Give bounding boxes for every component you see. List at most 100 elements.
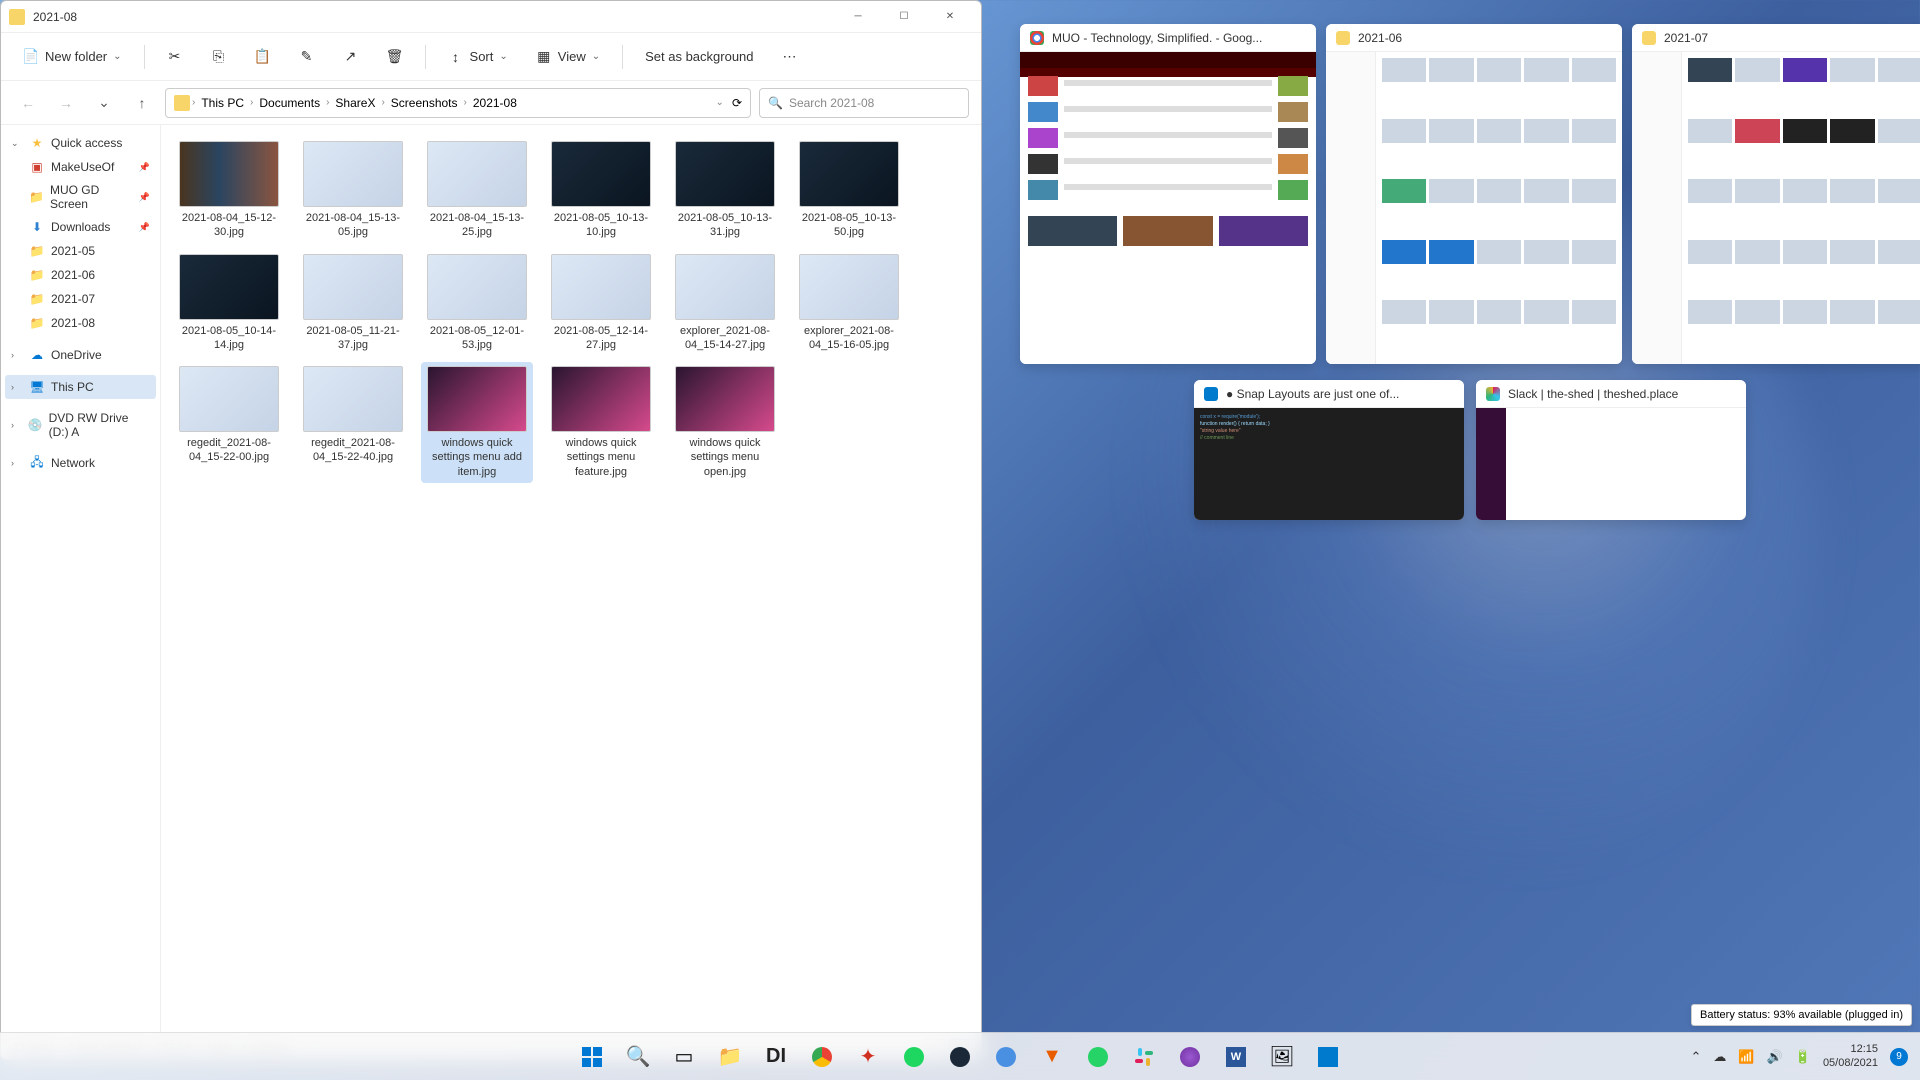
taskbar: 🔍 ▭ 📁 DI ✦ ▼ W 🖼 ⌃ ☁ 📶 🔊 🔋 12:15 05/08/2… bbox=[0, 1032, 1920, 1080]
file-grid: 2021-08-04_15-12-30.jpg2021-08-04_15-13-… bbox=[161, 125, 981, 1035]
refresh-button[interactable]: ⟳ bbox=[732, 96, 742, 110]
breadcrumb-item[interactable]: This PC bbox=[197, 96, 248, 110]
wifi-icon[interactable]: 📶 bbox=[1738, 1049, 1754, 1065]
cut-button[interactable]: ✂ bbox=[157, 43, 193, 71]
file-item[interactable]: 2021-08-05_12-01-53.jpg bbox=[421, 250, 533, 357]
steam-app[interactable] bbox=[940, 1037, 980, 1077]
file-item[interactable]: windows quick settings menu feature.jpg bbox=[545, 362, 657, 483]
sidebar-item-folder[interactable]: 📁2021-06 bbox=[5, 263, 156, 287]
file-item[interactable]: 2021-08-05_12-14-27.jpg bbox=[545, 250, 657, 357]
delete-icon: 🗑 bbox=[387, 49, 403, 65]
file-name: 2021-08-05_10-13-31.jpg bbox=[673, 211, 777, 240]
breadcrumb-item[interactable]: ShareX bbox=[331, 96, 379, 110]
app-icon[interactable]: DI bbox=[756, 1037, 796, 1077]
file-item[interactable]: 2021-08-04_15-13-05.jpg bbox=[297, 137, 409, 244]
rename-button[interactable]: ✎ bbox=[289, 43, 325, 71]
sidebar-item-makeuseof[interactable]: ▣MakeUseOf📌 bbox=[5, 155, 156, 179]
sidebar-item-downloads[interactable]: ⬇Downloads📌 bbox=[5, 215, 156, 239]
view-icon: ▦ bbox=[536, 49, 552, 65]
sidebar-dvd[interactable]: ›💿DVD RW Drive (D:) A bbox=[5, 407, 156, 443]
delete-button[interactable]: 🗑 bbox=[377, 43, 413, 71]
tray-expand-icon[interactable]: ⌃ bbox=[1690, 1049, 1701, 1065]
notification-badge[interactable]: 9 bbox=[1890, 1048, 1908, 1066]
search-input[interactable]: 🔍 Search 2021-08 bbox=[759, 88, 969, 118]
file-item[interactable]: windows quick settings menu add item.jpg bbox=[421, 362, 533, 483]
file-item[interactable]: regedit_2021-08-04_15-22-00.jpg bbox=[173, 362, 285, 483]
volume-icon[interactable]: 🔊 bbox=[1767, 1049, 1783, 1065]
sidebar-item-folder[interactable]: 📁2021-05 bbox=[5, 239, 156, 263]
share-icon: ↗ bbox=[343, 49, 359, 65]
file-item[interactable]: 2021-08-05_10-13-10.jpg bbox=[545, 137, 657, 244]
copy-icon: ⎘ bbox=[211, 49, 227, 65]
start-button[interactable] bbox=[572, 1037, 612, 1077]
back-button[interactable]: ← bbox=[13, 88, 43, 118]
onedrive-tray-icon[interactable]: ☁ bbox=[1713, 1049, 1726, 1065]
chrome-icon bbox=[1030, 31, 1044, 45]
forward-button[interactable]: → bbox=[51, 88, 81, 118]
file-item[interactable]: 2021-08-05_10-14-14.jpg bbox=[173, 250, 285, 357]
file-thumbnail bbox=[799, 254, 899, 320]
spotify-app[interactable] bbox=[894, 1037, 934, 1077]
battery-icon[interactable]: 🔋 bbox=[1795, 1049, 1811, 1065]
taskview-window-explorer[interactable]: 2021-06 bbox=[1326, 24, 1622, 364]
file-item[interactable]: regedit_2021-08-04_15-22-40.jpg bbox=[297, 362, 409, 483]
file-item[interactable]: windows quick settings menu open.jpg bbox=[669, 362, 781, 483]
word-app[interactable]: W bbox=[1216, 1037, 1256, 1077]
whatsapp-app[interactable] bbox=[1078, 1037, 1118, 1077]
slack-app[interactable] bbox=[1124, 1037, 1164, 1077]
sidebar-this-pc[interactable]: ›🖥This PC bbox=[5, 375, 156, 399]
more-button[interactable]: ⋯ bbox=[772, 43, 808, 71]
taskview-window-slack[interactable]: Slack | the-shed | theshed.place bbox=[1476, 380, 1746, 520]
sidebar-quick-access[interactable]: ⌄★Quick access bbox=[5, 131, 156, 155]
view-button[interactable]: ▦ View ⌄ bbox=[526, 43, 610, 71]
app-icon[interactable]: 🖼 bbox=[1262, 1037, 1302, 1077]
sidebar-network[interactable]: ›🖧Network bbox=[5, 451, 156, 475]
minimize-button[interactable]: ─ bbox=[835, 1, 881, 33]
breadcrumb-item[interactable]: Documents bbox=[255, 96, 324, 110]
file-item[interactable]: 2021-08-05_10-13-50.jpg bbox=[793, 137, 905, 244]
file-item[interactable]: explorer_2021-08-04_15-16-05.jpg bbox=[793, 250, 905, 357]
file-item[interactable]: 2021-08-05_10-13-31.jpg bbox=[669, 137, 781, 244]
file-item[interactable]: 2021-08-04_15-13-25.jpg bbox=[421, 137, 533, 244]
taskview-window-vscode[interactable]: ● Snap Layouts are just one of... const … bbox=[1194, 380, 1464, 520]
sidebar: ⌄★Quick access ▣MakeUseOf📌 📁MUO GD Scree… bbox=[1, 125, 161, 1035]
vlc-app[interactable]: ▼ bbox=[1032, 1037, 1072, 1077]
up-button[interactable]: ↑ bbox=[127, 88, 157, 118]
file-item[interactable]: 2021-08-04_15-12-30.jpg bbox=[173, 137, 285, 244]
breadcrumb-item[interactable]: 2021-08 bbox=[469, 96, 521, 110]
file-name: 2021-08-05_12-01-53.jpg bbox=[425, 324, 529, 353]
taskview-window-chrome[interactable]: MUO - Technology, Simplified. - Goog... bbox=[1020, 24, 1316, 364]
app-icon[interactable] bbox=[986, 1037, 1026, 1077]
file-item[interactable]: 2021-08-05_11-21-37.jpg bbox=[297, 250, 409, 357]
clock[interactable]: 12:15 05/08/2021 bbox=[1823, 1043, 1878, 1069]
vscode-icon bbox=[1204, 387, 1218, 401]
vscode-app[interactable] bbox=[1308, 1037, 1348, 1077]
chrome-app[interactable] bbox=[802, 1037, 842, 1077]
sidebar-item-folder[interactable]: 📁2021-07 bbox=[5, 287, 156, 311]
search-icon: 🔍 bbox=[768, 96, 783, 110]
breadcrumb-item[interactable]: Screenshots bbox=[387, 96, 462, 110]
share-button[interactable]: ↗ bbox=[333, 43, 369, 71]
sidebar-item-folder[interactable]: 📁2021-08 bbox=[5, 311, 156, 335]
file-thumbnail bbox=[551, 366, 651, 432]
copy-button[interactable]: ⎘ bbox=[201, 43, 237, 71]
close-button[interactable]: ✕ bbox=[927, 1, 973, 33]
chevron-down-icon[interactable]: ⌄ bbox=[716, 97, 724, 108]
sort-button[interactable]: ↕ Sort ⌄ bbox=[438, 43, 518, 71]
file-name: explorer_2021-08-04_15-16-05.jpg bbox=[797, 324, 901, 353]
explorer-app[interactable]: 📁 bbox=[710, 1037, 750, 1077]
breadcrumb[interactable]: › This PC› Documents› ShareX› Screenshot… bbox=[165, 88, 751, 118]
app-icon[interactable] bbox=[1170, 1037, 1210, 1077]
file-item[interactable]: explorer_2021-08-04_15-14-27.jpg bbox=[669, 250, 781, 357]
taskview-window-explorer[interactable]: 2021-07 bbox=[1632, 24, 1920, 364]
new-folder-button[interactable]: 📄 New folder ⌄ bbox=[13, 43, 132, 71]
paste-button[interactable]: 📋 bbox=[245, 43, 281, 71]
sidebar-item-muo[interactable]: 📁MUO GD Screen📌 bbox=[5, 179, 156, 215]
app-icon[interactable]: ✦ bbox=[848, 1037, 888, 1077]
recent-dropdown[interactable]: ⌄ bbox=[89, 88, 119, 118]
maximize-button[interactable]: ☐ bbox=[881, 1, 927, 33]
search-button[interactable]: 🔍 bbox=[618, 1037, 658, 1077]
set-background-button[interactable]: Set as background bbox=[635, 43, 763, 70]
sidebar-onedrive[interactable]: ›☁OneDrive bbox=[5, 343, 156, 367]
taskview-button[interactable]: ▭ bbox=[664, 1037, 704, 1077]
